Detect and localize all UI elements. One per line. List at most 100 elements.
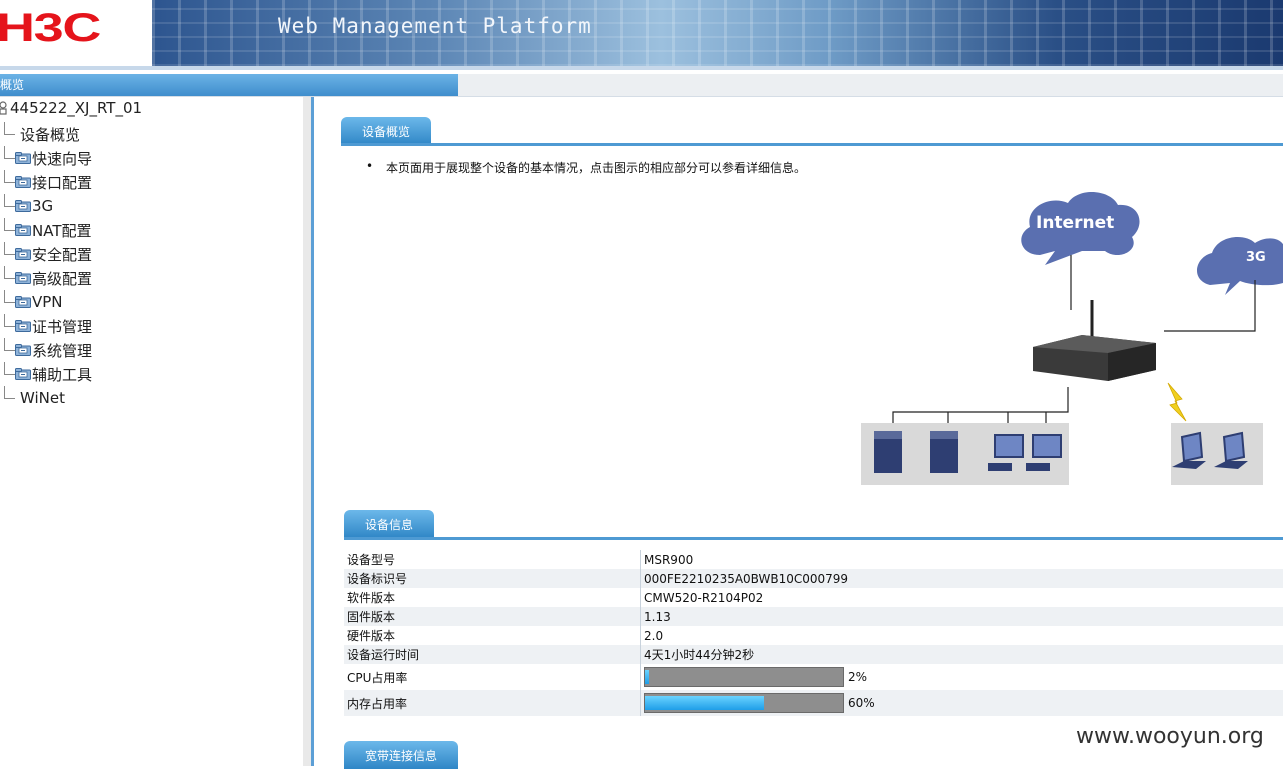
sidebar-item[interactable]: 快速向导 (4, 146, 92, 170)
cpu-usage-cell: 2% (641, 664, 1283, 690)
router-icon[interactable] (1033, 300, 1156, 381)
sidebar-item-label: 安全配置 (32, 244, 92, 265)
tab-broadband-info[interactable]: 宽带连接信息 (344, 741, 458, 769)
table-row: 设备型号MSR900 (344, 550, 1283, 569)
header-banner: H3C Web Management Platform (0, 0, 1283, 66)
server-icon[interactable] (874, 431, 902, 473)
memory-usage-label: 内存占用率 (344, 690, 641, 716)
cpu-usage-percent: 2% (848, 670, 867, 684)
3g-label: 3G (1246, 250, 1266, 265)
memory-usage-bar-fill (645, 696, 764, 710)
info-value: MSR900 (641, 550, 1283, 569)
overview-section-rule (341, 143, 1283, 146)
sidebar-item[interactable]: 安全配置 (4, 242, 92, 266)
tree-connector-line (4, 122, 15, 135)
platform-title: Web Management Platform (278, 14, 592, 38)
folder-icon (15, 320, 31, 332)
sidebar-item-label: 辅助工具 (32, 364, 92, 385)
info-value: 1.13 (641, 607, 1283, 626)
sidebar-item[interactable]: 接口配置 (4, 170, 92, 194)
3g-cloud-icon[interactable] (1197, 237, 1283, 295)
info-label: 固件版本 (344, 607, 641, 626)
sidebar-item-label: 接口配置 (32, 172, 92, 193)
folder-icon (15, 152, 31, 164)
table-row: CPU占用率 2% (344, 664, 1283, 690)
device-info-section-rule (344, 537, 1283, 540)
tree-root-device[interactable]: 445222_XJ_RT_01 (0, 99, 142, 117)
sidebar-item-label: 快速向导 (32, 148, 92, 169)
tree-connector-line (4, 170, 15, 183)
cpu-usage-bar-fill (645, 670, 649, 684)
table-row: 硬件版本2.0 (344, 626, 1283, 645)
internet-label: Internet (1036, 213, 1114, 233)
tree-connector-line (4, 362, 15, 375)
logo-area: H3C (0, 0, 152, 66)
sidebar-item-label: VPN (32, 293, 63, 311)
table-row: 内存占用率 60% (344, 690, 1283, 716)
info-label: 设备型号 (344, 550, 641, 569)
sidebar-item-label: 设备概览 (20, 124, 80, 145)
watermark-text: www.wooyun.org (1076, 724, 1264, 749)
folder-icon (15, 296, 31, 308)
memory-usage-percent: 60% (848, 696, 875, 710)
device-root-icon (0, 101, 8, 115)
tree-connector-line (4, 218, 15, 231)
sidebar-item-label: NAT配置 (32, 220, 91, 241)
sidebar-scrollbar[interactable] (303, 97, 311, 766)
sidebar-item-label: 高级配置 (32, 268, 92, 289)
nav-bar: 概览 (0, 74, 1283, 97)
sidebar-item[interactable]: VPN (4, 290, 63, 314)
header-divider (0, 66, 1283, 70)
folder-icon (15, 248, 31, 260)
tree-root-label: 445222_XJ_RT_01 (10, 99, 142, 117)
sidebar-item-label: 证书管理 (32, 316, 92, 337)
table-row: 固件版本1.13 (344, 607, 1283, 626)
info-value: 4天1小时44分钟2秒 (641, 645, 1283, 664)
info-label: 硬件版本 (344, 626, 641, 645)
table-row: 设备标识号000FE2210235A0BWB10C000799 (344, 569, 1283, 588)
folder-icon (15, 368, 31, 380)
sidebar-item[interactable]: 设备概览 (4, 122, 80, 146)
tree-connector-line (4, 290, 15, 303)
sidebar-item[interactable]: 高级配置 (4, 266, 92, 290)
cpu-usage-bar (644, 667, 844, 687)
tab-device-info[interactable]: 设备信息 (344, 510, 434, 538)
device-info-table: 设备型号MSR900设备标识号000FE2210235A0BWB10C00079… (344, 550, 1283, 716)
sidebar-item-label: 系统管理 (32, 340, 92, 361)
memory-usage-cell: 60% (641, 690, 1283, 716)
info-value: 2.0 (641, 626, 1283, 645)
info-value: 000FE2210235A0BWB10C000799 (641, 569, 1283, 588)
folder-icon (15, 224, 31, 236)
info-label: 设备运行时间 (344, 645, 641, 664)
tree-connector-line (4, 146, 15, 159)
sidebar-item[interactable]: 辅助工具 (4, 362, 92, 386)
folder-icon (15, 344, 31, 356)
tab-overview[interactable]: 概览 (0, 74, 458, 96)
folder-icon (15, 200, 31, 212)
tab-device-overview[interactable]: 设备概览 (341, 117, 431, 145)
tree-connector-line (4, 314, 15, 327)
info-label: 设备标识号 (344, 569, 641, 588)
tree-connector-line (4, 242, 15, 255)
sidebar-item[interactable]: NAT配置 (4, 218, 91, 242)
memory-usage-bar (644, 693, 844, 713)
overview-description-text: 本页面用于展现整个设备的基本情况，点击图示的相应部分可以参看详细信息。 (386, 161, 806, 175)
folder-icon (15, 176, 31, 188)
sidebar-item[interactable]: 系统管理 (4, 338, 92, 362)
info-label: 软件版本 (344, 588, 641, 607)
tree-connector-line (4, 338, 15, 351)
tree-connector-line (4, 386, 15, 399)
h3c-logo: H3C (0, 6, 100, 51)
overview-description: 本页面用于展现整个设备的基本情况，点击图示的相应部分可以参看详细信息。 (369, 159, 806, 176)
cpu-usage-label: CPU占用率 (344, 664, 641, 690)
server-icon[interactable] (930, 431, 958, 473)
tree-connector-line (4, 266, 15, 279)
sidebar-item-label: WiNet (20, 389, 65, 407)
sidebar-item-label: 3G (32, 197, 53, 215)
sidebar-item[interactable]: 3G (4, 194, 53, 218)
wireless-lightning-icon (1168, 383, 1186, 421)
folder-icon (15, 272, 31, 284)
info-value: CMW520-R2104P02 (641, 588, 1283, 607)
sidebar-item[interactable]: WiNet (4, 386, 65, 410)
sidebar-item[interactable]: 证书管理 (4, 314, 92, 338)
